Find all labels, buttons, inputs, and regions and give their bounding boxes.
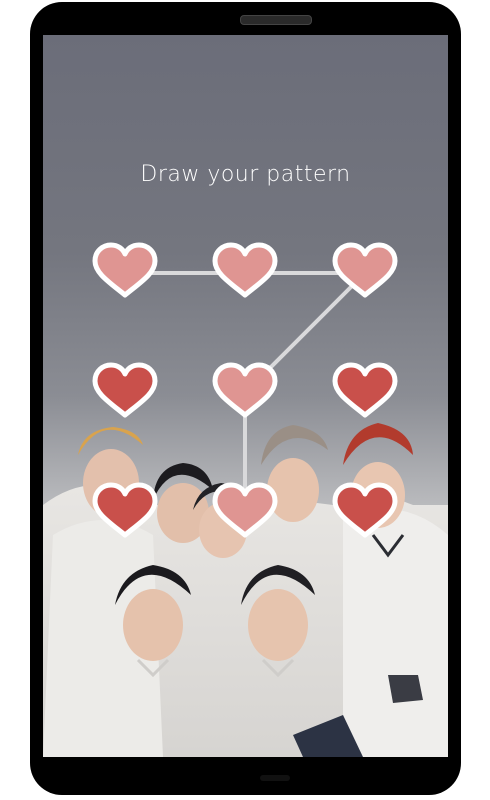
pattern-node-1[interactable] <box>92 242 158 298</box>
heart-icon <box>92 482 158 538</box>
pattern-node-4[interactable] <box>92 362 158 418</box>
pattern-node-2[interactable] <box>212 242 278 298</box>
heart-icon <box>212 242 278 298</box>
pattern-node-5[interactable] <box>212 362 278 418</box>
lock-screen: Draw your pattern <box>43 35 448 757</box>
heart-icon <box>212 482 278 538</box>
heart-icon <box>332 482 398 538</box>
pattern-node-3[interactable] <box>332 242 398 298</box>
earpiece-speaker <box>240 15 312 25</box>
pattern-node-8[interactable] <box>212 482 278 538</box>
heart-icon <box>92 242 158 298</box>
heart-icon <box>92 362 158 418</box>
phone-bottom-bar <box>260 775 290 781</box>
heart-icon <box>332 242 398 298</box>
pattern-node-7[interactable] <box>92 482 158 538</box>
pattern-lock[interactable] <box>43 35 448 757</box>
heart-icon <box>212 362 278 418</box>
heart-icon <box>332 362 398 418</box>
pattern-node-9[interactable] <box>332 482 398 538</box>
pattern-node-6[interactable] <box>332 362 398 418</box>
